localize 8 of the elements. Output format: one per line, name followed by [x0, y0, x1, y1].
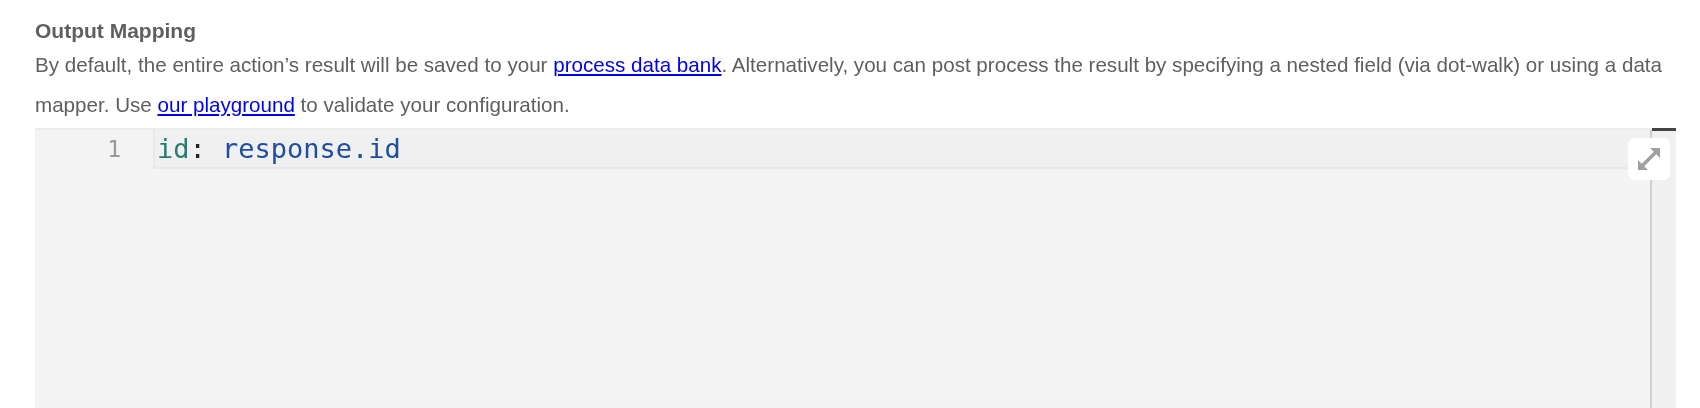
expand-button[interactable] [1628, 138, 1670, 180]
text-link[interactable]: our playground [157, 93, 295, 116]
line-number: 1 [106, 136, 122, 162]
description-text: By default, the entire action’s result will be saved to your process data bank. Alternatively, you can post process the result by specifying a nested field (via dot-walk) or using a data mapper. Use our playground to validate your configuration. [35, 52, 1664, 118]
scrollbar-thumb[interactable] [1652, 128, 1676, 131]
code-editor[interactable]: 1 id: response.id [35, 128, 1676, 408]
text-link[interactable]: process data bank [553, 53, 722, 76]
section-title: Output Mapping [35, 18, 197, 44]
